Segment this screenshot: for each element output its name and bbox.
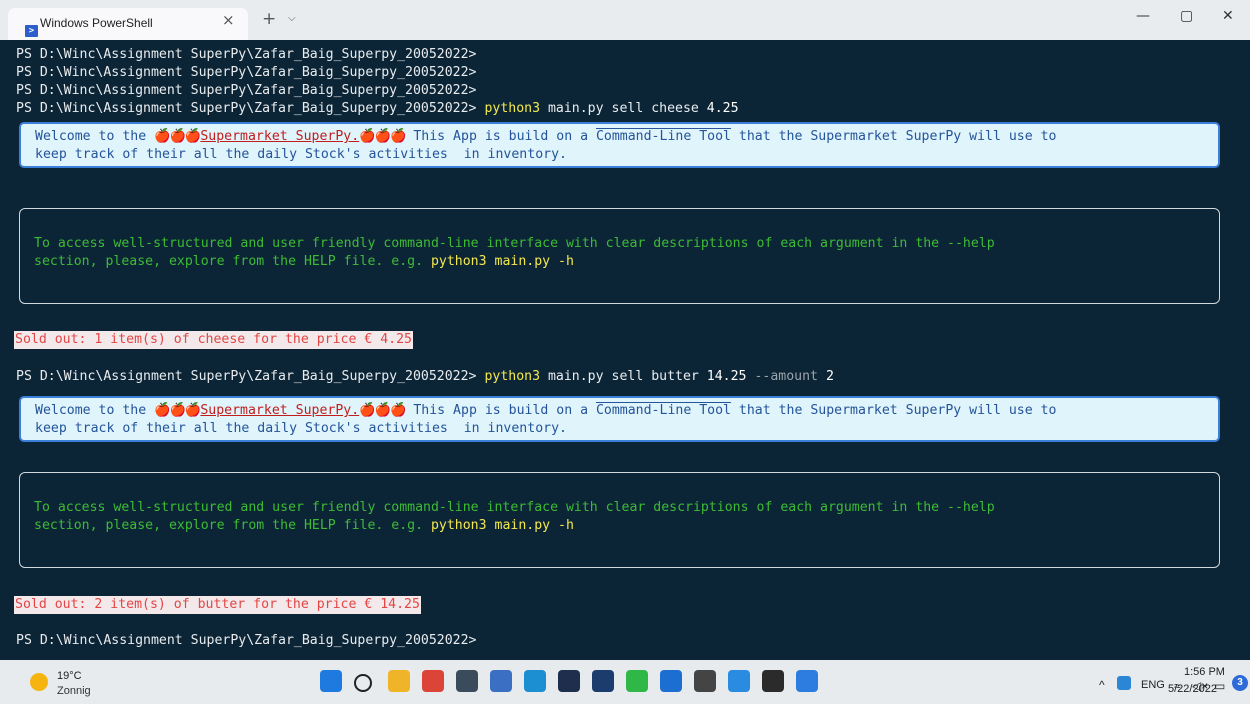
apple-icons: 🍎🍎🍎 bbox=[359, 129, 406, 144]
calculator-icon[interactable] bbox=[456, 670, 478, 692]
help-line1: To access well-structured and user frien… bbox=[34, 236, 995, 251]
apple-icons: 🍎🍎🍎 bbox=[154, 403, 201, 418]
new-tab-button[interactable]: + bbox=[262, 9, 276, 29]
help-example: python3 main.py -h bbox=[430, 254, 574, 269]
mail-icon[interactable] bbox=[592, 670, 614, 692]
title-bar: > Windows PowerShell × + ⌵ — ▢ ✕ bbox=[0, 0, 1250, 40]
prompt-line: PS D:\Winc\Assignment SuperPy\Zafar_Baig… bbox=[16, 65, 477, 80]
help-example: python3 main.py -h bbox=[430, 518, 574, 533]
help-text: To access well-structured and user frien… bbox=[34, 499, 995, 535]
command-line: PS D:\Winc\Assignment SuperPy\Zafar_Baig… bbox=[16, 100, 739, 118]
notes-icon[interactable] bbox=[796, 670, 818, 692]
prompt: PS D:\Winc\Assignment SuperPy\Zafar_Baig… bbox=[16, 369, 477, 384]
tab-dropdown-button[interactable]: ⌵ bbox=[288, 13, 296, 24]
command-flag: --amount bbox=[754, 369, 818, 384]
supermarket-name: Supermarket SuperPy. bbox=[200, 403, 360, 418]
chrome-icon[interactable] bbox=[422, 670, 444, 692]
sold-message: Sold out: 1 item(s) of cheese for the pr… bbox=[14, 331, 413, 349]
command-program: python3 bbox=[484, 369, 541, 384]
apple-icons: 🍎🍎🍎 bbox=[154, 129, 201, 144]
prompt-line[interactable]: PS D:\Winc\Assignment SuperPy\Zafar_Baig… bbox=[16, 632, 477, 650]
command-price: 4.25 bbox=[706, 101, 739, 116]
notification-badge[interactable]: 3 bbox=[1232, 675, 1248, 691]
weather-condition[interactable]: Zonnig bbox=[57, 685, 91, 697]
sold-message: Sold out: 2 item(s) of butter for the pr… bbox=[14, 596, 421, 614]
welcome-suffix: that the Supermarket SuperPy will use to bbox=[730, 403, 1057, 418]
onedrive-icon[interactable] bbox=[660, 670, 682, 692]
maximize-button[interactable]: ▢ bbox=[1180, 8, 1193, 24]
help-panel: To access well-structured and user frien… bbox=[19, 472, 1220, 568]
clock-time[interactable]: 1:56 PM bbox=[1184, 666, 1225, 678]
help-line2: section, please, explore from the HELP f… bbox=[34, 254, 431, 269]
prompt: PS D:\Winc\Assignment SuperPy\Zafar_Baig… bbox=[16, 101, 477, 116]
welcome-text: Welcome to the 🍎🍎🍎Supermarket SuperPy.🍎🍎… bbox=[35, 128, 1057, 164]
command-amount: 2 bbox=[825, 369, 834, 384]
help-line1: To access well-structured and user frien… bbox=[34, 500, 995, 515]
file-explorer-icon[interactable] bbox=[388, 670, 410, 692]
notepad-icon[interactable] bbox=[490, 670, 512, 692]
clock-date[interactable]: 5/22/2022 bbox=[1168, 683, 1217, 695]
command-price: 14.25 bbox=[706, 369, 747, 384]
minimize-button[interactable]: — bbox=[1136, 8, 1150, 24]
help-line2: section, please, explore from the HELP f… bbox=[34, 518, 431, 533]
edge-icon[interactable] bbox=[524, 670, 546, 692]
welcome-prefix: Welcome to the bbox=[35, 129, 155, 144]
help-text: To access well-structured and user frien… bbox=[34, 235, 995, 271]
terminal-icon[interactable] bbox=[762, 670, 784, 692]
weather-temperature[interactable]: 19°C bbox=[57, 670, 82, 682]
security-icon[interactable] bbox=[1117, 676, 1131, 690]
welcome-text: Welcome to the 🍎🍎🍎Supermarket SuperPy.🍎🍎… bbox=[35, 402, 1057, 438]
help-panel: To access well-structured and user frien… bbox=[19, 208, 1220, 304]
welcome-suffix: that the Supermarket SuperPy will use to bbox=[730, 129, 1057, 144]
tab-title: Windows PowerShell bbox=[40, 16, 153, 30]
prompt-line: PS D:\Winc\Assignment SuperPy\Zafar_Baig… bbox=[16, 47, 477, 62]
windows-start-icon[interactable] bbox=[320, 670, 342, 692]
photoshop-icon[interactable] bbox=[558, 670, 580, 692]
welcome-line2: keep track of their all the daily Stock'… bbox=[35, 421, 567, 436]
whatsapp-icon[interactable] bbox=[626, 670, 648, 692]
welcome-panel: Welcome to the 🍎🍎🍎Supermarket SuperPy.🍎🍎… bbox=[19, 396, 1220, 442]
chevron-up-icon[interactable]: ^ bbox=[1099, 678, 1105, 692]
welcome-prefix: Welcome to the bbox=[35, 403, 155, 418]
powershell-icon: > bbox=[25, 25, 38, 37]
remote-icon[interactable] bbox=[694, 670, 716, 692]
taskbar bbox=[0, 660, 1250, 704]
welcome-middle: This App is build on a bbox=[405, 403, 596, 418]
command-line-tool: Command-Line Tool bbox=[595, 403, 731, 418]
close-window-button[interactable]: ✕ bbox=[1222, 8, 1234, 24]
command-line: PS D:\Winc\Assignment SuperPy\Zafar_Baig… bbox=[16, 368, 834, 386]
command-args: main.py sell cheese bbox=[547, 101, 699, 116]
command-line-tool: Command-Line Tool bbox=[595, 129, 731, 144]
tab-close-button[interactable]: × bbox=[222, 11, 235, 29]
command-program: python3 bbox=[484, 101, 541, 116]
welcome-panel: Welcome to the 🍎🍎🍎Supermarket SuperPy.🍎🍎… bbox=[19, 122, 1220, 168]
supermarket-name: Supermarket SuperPy. bbox=[200, 129, 360, 144]
language-indicator[interactable]: ENG bbox=[1141, 679, 1165, 691]
prompt-line: PS D:\Winc\Assignment SuperPy\Zafar_Baig… bbox=[16, 83, 477, 98]
command-args: main.py sell butter bbox=[547, 369, 699, 384]
apple-icons: 🍎🍎🍎 bbox=[359, 403, 406, 418]
search-icon[interactable] bbox=[354, 674, 372, 692]
sun-icon[interactable] bbox=[30, 673, 48, 691]
vscode-icon[interactable] bbox=[728, 670, 750, 692]
welcome-middle: This App is build on a bbox=[405, 129, 596, 144]
welcome-line2: keep track of their all the daily Stock'… bbox=[35, 147, 567, 162]
